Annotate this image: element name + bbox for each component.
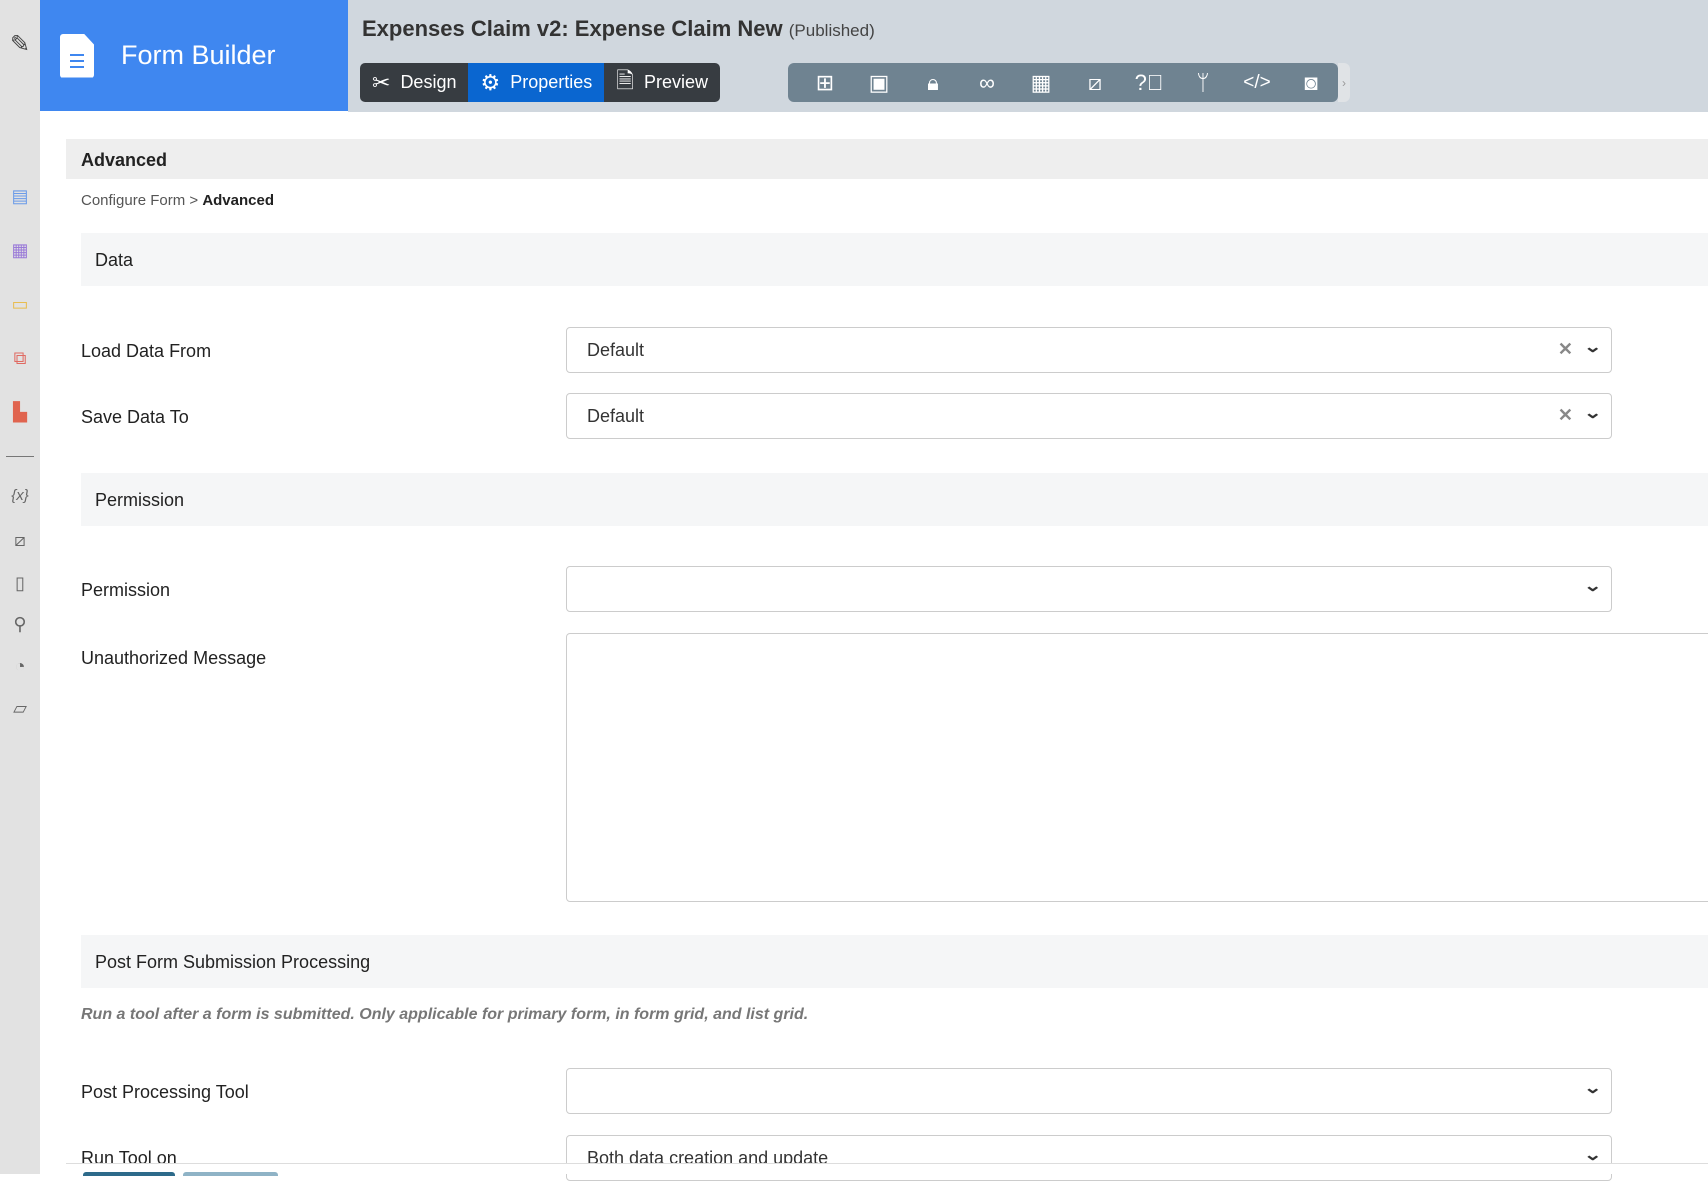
grid-icon[interactable]: ▦ (1014, 70, 1068, 96)
permission-select[interactable]: ⌄ (566, 566, 1612, 612)
log-icon[interactable]: ▱ (8, 696, 32, 720)
tool-bar: ⊞ ▣ 🔒︎ ∞ ▦ ⧄ ?⃝ ᛘ </> ◙ › (788, 63, 1350, 102)
translate-icon[interactable]: ⧄ (8, 528, 32, 552)
design-icon: ✂ (372, 69, 391, 95)
permission-label: Permission (81, 580, 171, 600)
app-name: Form Builder (121, 40, 276, 70)
tab-properties[interactable]: ⚙ Properties (468, 63, 605, 102)
section-post-processing: Post Form Submission Processing (81, 935, 1708, 988)
page-title: Expenses Claim v2: Expense Claim New (Pu… (362, 16, 875, 41)
chevron-down-icon[interactable]: ⌄ (1583, 403, 1602, 423)
performance-icon[interactable]: ◔ (8, 654, 32, 678)
save-button[interactable] (83, 1172, 175, 1176)
camera-icon[interactable]: ◙ (1284, 70, 1338, 96)
field-icon[interactable]: ▣ (852, 70, 906, 96)
chevron-down-icon[interactable]: ⌄ (1583, 1145, 1602, 1165)
chevron-right-icon[interactable]: › (1338, 63, 1350, 102)
preview-icon: 🗎 (616, 67, 634, 93)
load-data-select[interactable]: Default ✕ ⌄ (566, 327, 1612, 373)
bottom-action-bar (66, 1163, 1708, 1176)
datalist-icon[interactable]: ▦ (8, 238, 32, 262)
save-data-label: Save Data To (81, 407, 189, 427)
app-brand: Form Builder (40, 0, 348, 111)
tab-label: Properties (510, 72, 593, 92)
section-permission: Permission (81, 473, 1708, 526)
plugin-icon[interactable]: ⚲ (8, 612, 32, 636)
tab-label: Design (400, 72, 457, 92)
form-icon[interactable]: ▤ (8, 184, 32, 208)
rail-divider (6, 456, 34, 457)
load-data-label: Load Data From (81, 341, 212, 361)
breadcrumb: Configure Form > Advanced (81, 192, 274, 209)
chevron-down-icon[interactable]: ⌄ (1583, 1078, 1602, 1098)
cancel-button[interactable] (183, 1172, 278, 1176)
post-processing-tool-label: Post Processing Tool (81, 1082, 249, 1102)
header: Expenses Claim v2: Expense Claim New (Pu… (348, 0, 1708, 112)
userview-icon[interactable]: ▭ (8, 292, 32, 316)
tab-design[interactable]: ✂ Design (360, 63, 468, 102)
sitemap-icon[interactable]: ⊞ (798, 70, 852, 96)
left-rail: ✎ ▤ ▦ ▭ ⧉ ▙ {x} ⧄ ▯ ⚲ ◔ ▱ (0, 0, 40, 1174)
code-icon[interactable]: </> (1230, 72, 1284, 94)
chevron-down-icon[interactable]: ⌄ (1583, 337, 1602, 357)
variable-icon[interactable]: {x} (8, 483, 32, 507)
clear-icon[interactable]: ✕ (1558, 339, 1573, 360)
run-tool-on-select[interactable]: Both data creation and update ⌄ (566, 1135, 1612, 1181)
gear-icon: ⚙ (480, 69, 501, 95)
breadcrumb-current: Advanced (202, 192, 275, 209)
select-value: Default (587, 406, 645, 426)
branch-icon[interactable]: ᛘ (1176, 70, 1230, 96)
lock-icon[interactable]: 🔒︎ (906, 70, 960, 96)
unauthorized-message-label: Unauthorized Message (81, 648, 267, 668)
process-icon[interactable]: ⧉ (8, 346, 32, 370)
section-data: Data (81, 233, 1708, 286)
clear-icon[interactable]: ✕ (1558, 405, 1573, 426)
translate-icon[interactable]: ⧄ (1068, 70, 1122, 96)
form-builder-icon (60, 33, 94, 78)
save-data-select[interactable]: Default ✕ ⌄ (566, 393, 1612, 439)
help-icon[interactable]: ?⃝ (1122, 70, 1176, 96)
unauthorized-message-input[interactable] (566, 633, 1708, 902)
breadcrumb-link[interactable]: Configure Form (81, 192, 185, 209)
edit-icon[interactable]: ✎ (8, 31, 32, 58)
breadcrumb-sep: > (189, 192, 199, 209)
post-processing-note: Run a tool after a form is submitted. On… (81, 1006, 809, 1023)
select-value: Default (587, 340, 645, 360)
report-icon[interactable]: ▙ (8, 400, 32, 424)
status-badge: (Published) (788, 21, 875, 40)
image-icon[interactable]: ▯ (8, 571, 32, 595)
mode-tabs: ✂ Design ⚙ Properties 🗎 Preview (360, 63, 720, 102)
chevron-down-icon[interactable]: ⌄ (1583, 576, 1602, 596)
post-processing-tool-select[interactable]: ⌄ (566, 1068, 1612, 1114)
tab-preview[interactable]: 🗎 Preview (604, 63, 720, 102)
binoculars-icon[interactable]: ∞ (960, 70, 1014, 96)
tab-label: Preview (643, 72, 708, 92)
section-heading: Advanced (66, 139, 1708, 179)
